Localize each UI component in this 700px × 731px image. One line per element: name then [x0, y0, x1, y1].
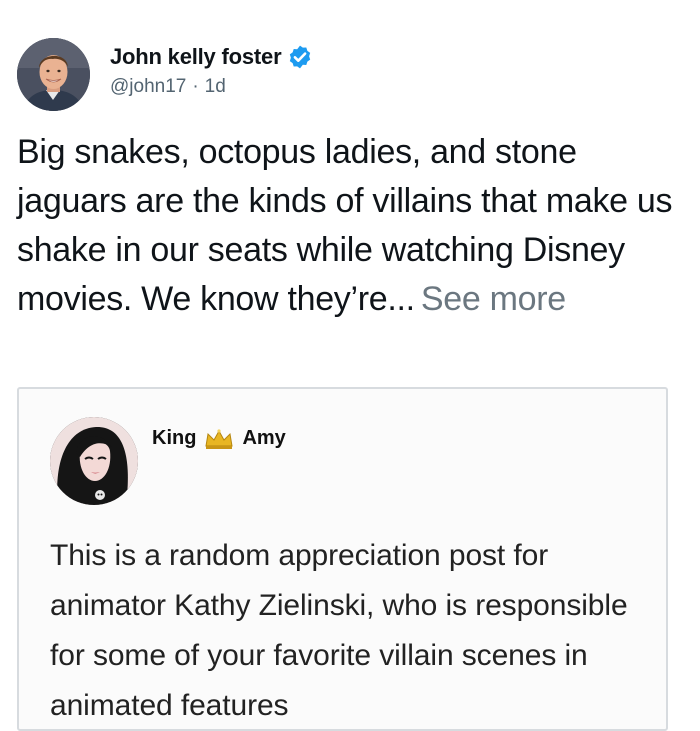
verified-badge-icon — [287, 44, 313, 70]
author-handle[interactable]: @john17 — [110, 76, 186, 98]
quoted-avatar-illustration — [50, 417, 138, 505]
see-more-link[interactable]: See more — [421, 280, 566, 318]
quoted-post-header: King Amy — [50, 417, 286, 505]
tweet-age[interactable]: 1d — [205, 76, 226, 98]
quoted-name-first: King — [152, 427, 197, 449]
tweet-text: Big snakes, octopus ladies, and stone ja… — [17, 128, 687, 324]
tweet-body: Big snakes, octopus ladies, and stone ja… — [17, 133, 673, 318]
tweet-header: John kelly foster @john17 · 1d — [17, 36, 313, 112]
meta-separator: · — [192, 76, 199, 97]
quoted-author-name[interactable]: King Amy — [152, 427, 286, 450]
avatar[interactable] — [17, 37, 90, 111]
quoted-post-text: This is a random appreciation post for a… — [50, 539, 628, 722]
quoted-name-second: Amy — [242, 427, 286, 449]
avatar-photo — [17, 37, 90, 111]
author-name[interactable]: John kelly foster — [110, 44, 282, 70]
crown-icon — [204, 428, 234, 450]
quoted-avatar — [50, 417, 138, 505]
quoted-post-card[interactable]: King Amy This is a random appreciation p… — [17, 387, 668, 731]
